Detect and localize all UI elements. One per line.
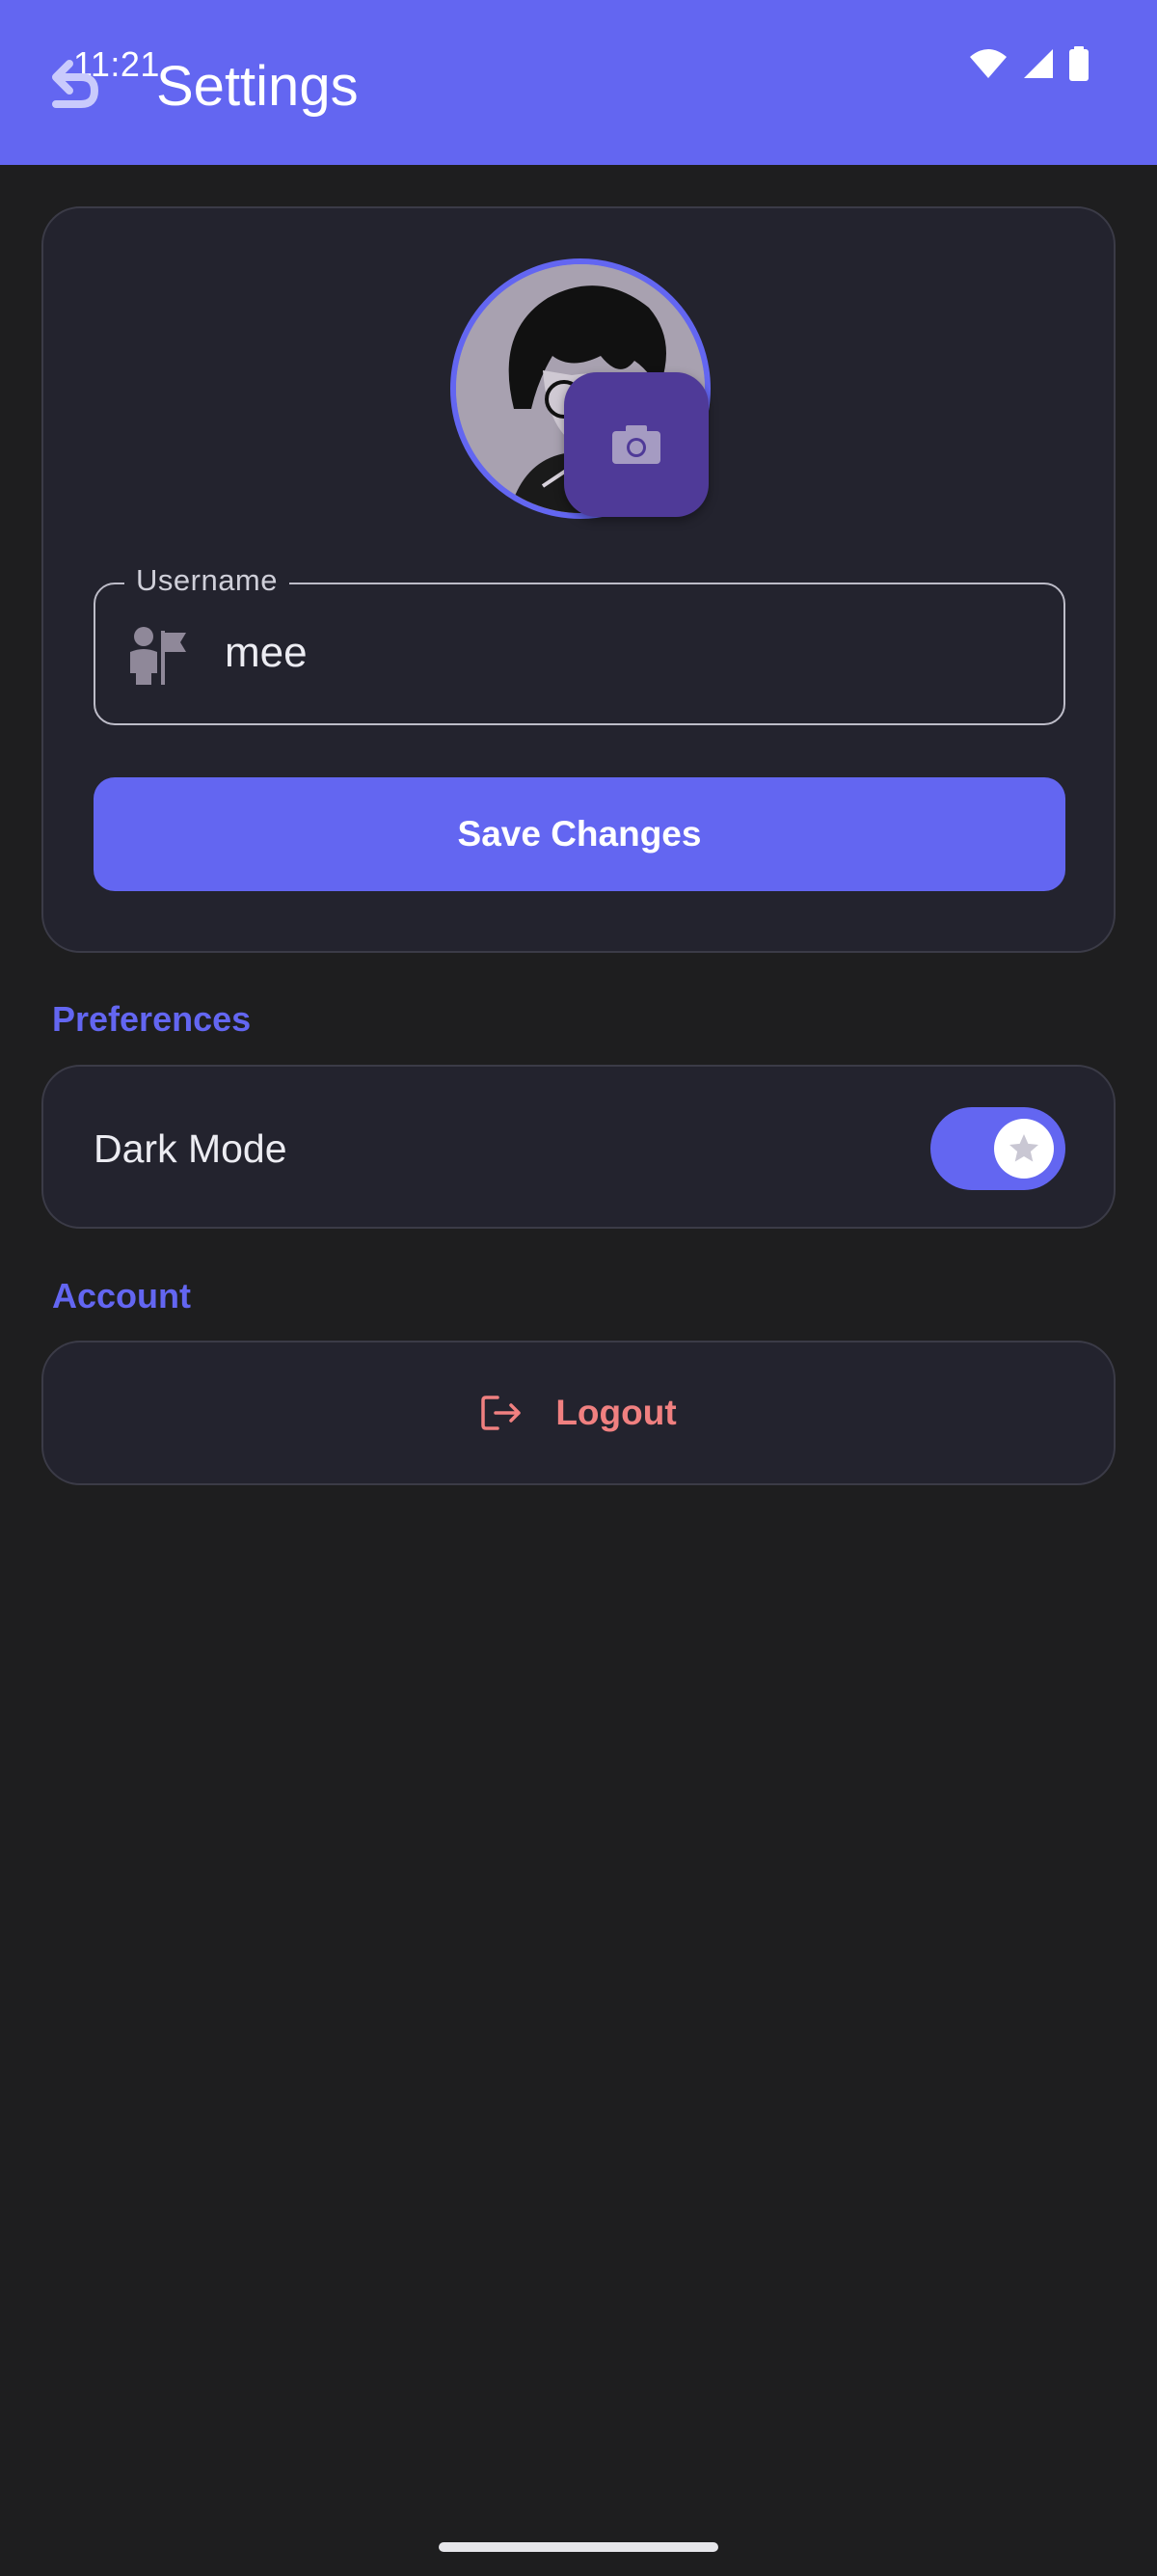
- account-header: Account: [52, 1276, 191, 1315]
- camera-icon: [612, 425, 660, 464]
- username-label: Username: [124, 563, 289, 598]
- battery-icon: [1068, 46, 1090, 81]
- username-input[interactable]: [225, 629, 1015, 677]
- save-changes-button[interactable]: Save Changes: [94, 777, 1065, 891]
- change-photo-button[interactable]: [564, 372, 709, 517]
- dark-mode-label: Dark Mode: [94, 1126, 287, 1171]
- dark-mode-row: Dark Mode: [41, 1065, 1116, 1229]
- toggle-knob: [994, 1119, 1054, 1179]
- preferences-header: Preferences: [52, 999, 252, 1039]
- app-bar: 11:21 Settings: [0, 0, 1157, 165]
- back-button[interactable]: [39, 48, 108, 118]
- logout-content: Logout: [43, 1342, 1114, 1483]
- logout-label: Logout: [555, 1393, 677, 1432]
- logout-button[interactable]: Logout: [41, 1341, 1116, 1485]
- signal-icon: [1022, 47, 1055, 80]
- person-flag-icon: [124, 623, 188, 687]
- username-field[interactable]: Username: [94, 563, 1065, 725]
- star-icon: [1009, 1134, 1038, 1162]
- profile-card: Username Save Changes: [41, 206, 1116, 953]
- back-arrow-icon: [52, 60, 98, 108]
- logout-icon: [481, 1396, 522, 1430]
- home-indicator[interactable]: [439, 2542, 718, 2552]
- dark-mode-toggle[interactable]: [930, 1107, 1065, 1190]
- page-title: Settings: [156, 55, 359, 118]
- wifi-icon: [968, 47, 1009, 80]
- status-icons: [968, 46, 1090, 81]
